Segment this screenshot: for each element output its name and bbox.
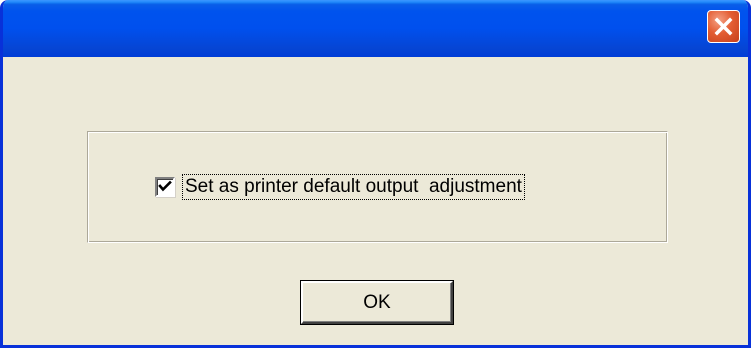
default-adjustment-checkbox[interactable]	[155, 177, 175, 197]
ok-button[interactable]: OK	[301, 281, 453, 324]
close-button[interactable]	[707, 10, 740, 43]
title-bar[interactable]	[3, 0, 748, 57]
close-icon	[714, 17, 733, 36]
default-adjustment-label[interactable]: Set as printer default output adjustment	[182, 174, 525, 200]
checkmark-icon	[158, 180, 172, 192]
dialog-window: Set as printer default output adjustment…	[0, 0, 751, 348]
default-adjustment-option[interactable]: Set as printer default output adjustment	[155, 174, 525, 200]
